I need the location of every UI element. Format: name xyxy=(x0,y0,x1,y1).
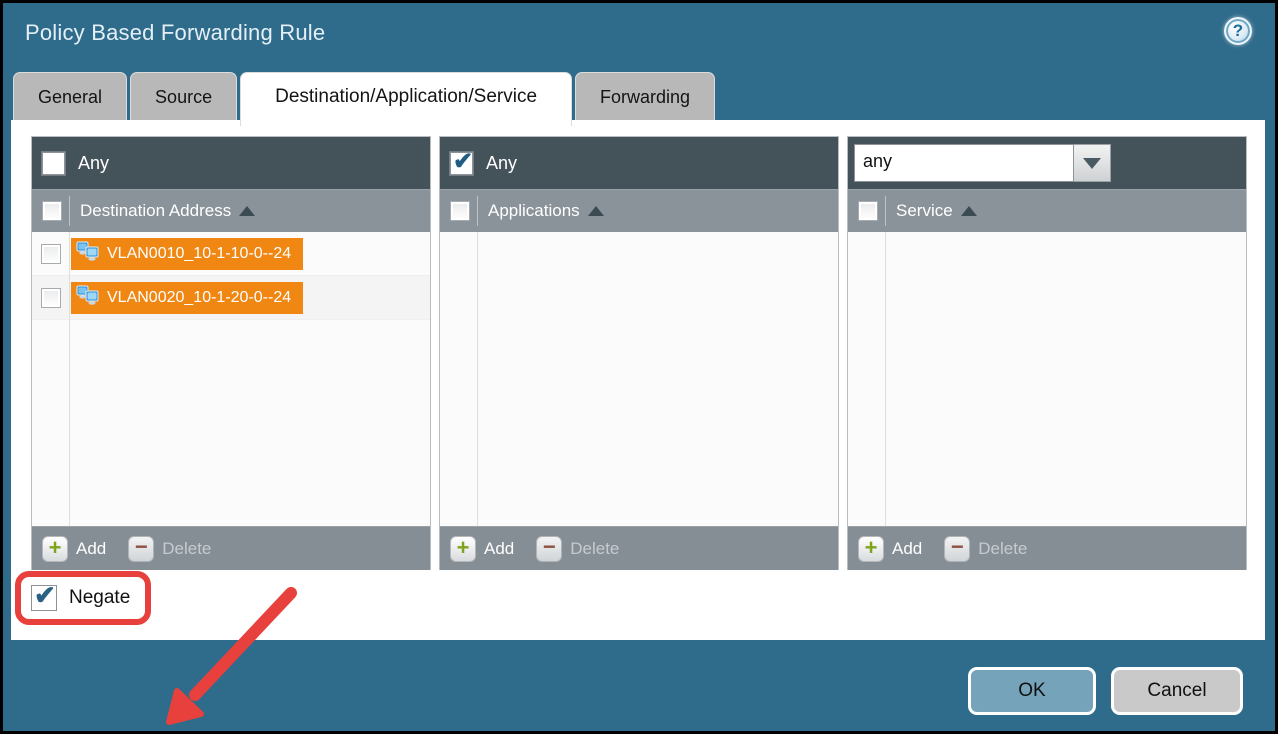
minus-icon: − xyxy=(951,536,964,558)
destination-any-checkbox[interactable] xyxy=(42,152,65,175)
delete-label: Delete xyxy=(162,539,211,559)
applications-panel: Any Applications + Add − Delete xyxy=(439,136,839,570)
tab-forwarding[interactable]: Forwarding xyxy=(575,72,715,120)
list-column-separator xyxy=(477,232,478,526)
service-dropdown[interactable]: any xyxy=(854,144,1111,182)
applications-select-all-checkbox[interactable] xyxy=(450,201,470,221)
add-button[interactable]: + xyxy=(42,536,68,562)
service-panel: any Service + Add − xyxy=(847,136,1247,570)
applications-any-bar: Any xyxy=(440,137,838,189)
sort-asc-icon[interactable] xyxy=(588,206,604,216)
policy-based-forwarding-dialog: Policy Based Forwarding Rule ? General S… xyxy=(0,0,1278,734)
delete-button[interactable]: − xyxy=(944,536,970,562)
applications-any-checkbox[interactable] xyxy=(450,152,473,175)
service-dropdown-value[interactable]: any xyxy=(854,144,1074,182)
ok-button[interactable]: OK xyxy=(968,667,1096,715)
destination-select-all-checkbox[interactable] xyxy=(42,201,62,221)
service-select-all-checkbox[interactable] xyxy=(858,201,878,221)
address-object-label: VLAN0010_10-1-10-0--24 xyxy=(107,245,291,263)
minus-icon: − xyxy=(135,536,148,558)
chevron-down-icon xyxy=(1083,158,1101,169)
add-button[interactable]: + xyxy=(450,536,476,562)
add-label[interactable]: Add xyxy=(76,539,106,559)
service-footer: + Add − Delete xyxy=(848,526,1246,570)
destination-any-bar: Any xyxy=(32,137,430,189)
row-checkbox[interactable] xyxy=(41,244,61,264)
address-object-chip[interactable]: VLAN0020_10-1-20-0--24 xyxy=(71,282,303,314)
destination-footer: + Add − Delete xyxy=(32,526,430,570)
service-column-label: Service xyxy=(896,201,953,221)
address-object-icon xyxy=(76,285,100,310)
tab-destination-application-service[interactable]: Destination/Application/Service xyxy=(240,72,572,126)
address-object-icon xyxy=(76,241,100,266)
address-object-chip[interactable]: VLAN0010_10-1-10-0--24 xyxy=(71,238,303,270)
destination-address-panel: Any Destination Address xyxy=(31,136,431,570)
applications-column-label: Applications xyxy=(488,201,580,221)
tab-bar: General Source Destination/Application/S… xyxy=(13,72,715,126)
add-label[interactable]: Add xyxy=(892,539,922,559)
plus-icon: + xyxy=(49,537,62,559)
column-separator xyxy=(885,196,886,226)
delete-button[interactable]: − xyxy=(536,536,562,562)
service-column-header[interactable]: Service xyxy=(848,189,1246,232)
dialog-title: Policy Based Forwarding Rule xyxy=(25,20,325,46)
applications-list xyxy=(440,232,838,526)
sort-asc-icon[interactable] xyxy=(239,206,255,216)
delete-label: Delete xyxy=(978,539,1027,559)
plus-icon: + xyxy=(865,537,878,559)
delete-label: Delete xyxy=(570,539,619,559)
service-dropdown-button[interactable] xyxy=(1074,144,1111,182)
column-separator xyxy=(69,196,70,226)
tab-general[interactable]: General xyxy=(13,72,127,120)
destination-column-header[interactable]: Destination Address xyxy=(32,189,430,232)
service-list xyxy=(848,232,1246,526)
tab-source[interactable]: Source xyxy=(130,72,237,120)
minus-icon: − xyxy=(543,536,556,558)
row-checkbox[interactable] xyxy=(41,288,61,308)
cancel-button[interactable]: Cancel xyxy=(1111,667,1243,715)
help-icon[interactable]: ? xyxy=(1224,17,1252,45)
applications-column-header[interactable]: Applications xyxy=(440,189,838,232)
applications-footer: + Add − Delete xyxy=(440,526,838,570)
negate-checkbox[interactable] xyxy=(31,585,57,611)
add-label[interactable]: Add xyxy=(484,539,514,559)
applications-any-label: Any xyxy=(486,153,517,174)
column-separator xyxy=(477,196,478,226)
tab-content: Any Destination Address xyxy=(11,120,1265,640)
destination-column-label: Destination Address xyxy=(80,201,231,221)
plus-icon: + xyxy=(457,537,470,559)
annotation-arrow xyxy=(151,575,321,734)
table-row[interactable]: VLAN0020_10-1-20-0--24 xyxy=(32,276,430,320)
list-column-separator xyxy=(885,232,886,526)
negate-control: Negate xyxy=(31,585,130,611)
service-dropdown-bar: any xyxy=(848,137,1246,189)
delete-button[interactable]: − xyxy=(128,536,154,562)
address-object-label: VLAN0020_10-1-20-0--24 xyxy=(107,289,291,307)
sort-asc-icon[interactable] xyxy=(961,206,977,216)
negate-label: Negate xyxy=(69,587,130,609)
table-row[interactable]: VLAN0010_10-1-10-0--24 xyxy=(32,232,430,276)
destination-list: VLAN0010_10-1-10-0--24 xyxy=(32,232,430,526)
destination-any-label: Any xyxy=(78,153,109,174)
add-button[interactable]: + xyxy=(858,536,884,562)
list-column-separator xyxy=(69,232,70,526)
